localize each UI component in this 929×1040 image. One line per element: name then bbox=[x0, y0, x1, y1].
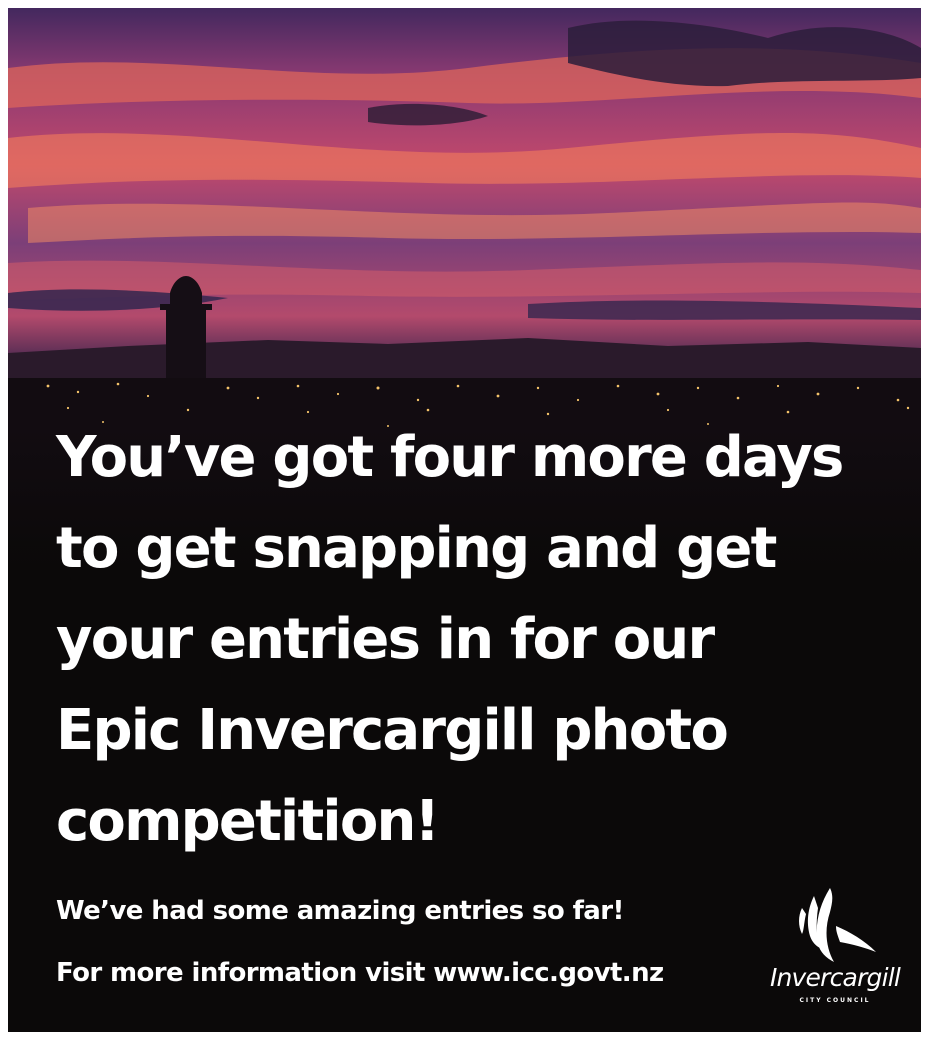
headline: You’ve got four more days to get snappin… bbox=[56, 412, 896, 867]
headline-line-1: You’ve got four more days bbox=[56, 425, 844, 490]
logo-subtitle: CITY COUNCIL bbox=[799, 997, 871, 1004]
logo-wordmark: Invercargill bbox=[769, 963, 901, 992]
headline-line-3: your entries in for our bbox=[56, 607, 715, 672]
headline-line-4: Epic Invercargill photo bbox=[56, 698, 729, 763]
headline-line-5: competition! bbox=[56, 789, 440, 854]
more-info-message: For more information visit www.icc.govt.… bbox=[56, 958, 664, 988]
swoosh-logo-icon bbox=[799, 888, 876, 962]
poster: You’ve got four more days to get snappin… bbox=[8, 8, 921, 1032]
invercargill-city-council-logo: Invercargill CITY COUNCIL bbox=[760, 886, 910, 1016]
headline-line-2: to get snapping and get bbox=[56, 516, 777, 581]
entries-message: We’ve had some amazing entries so far! bbox=[56, 896, 624, 926]
